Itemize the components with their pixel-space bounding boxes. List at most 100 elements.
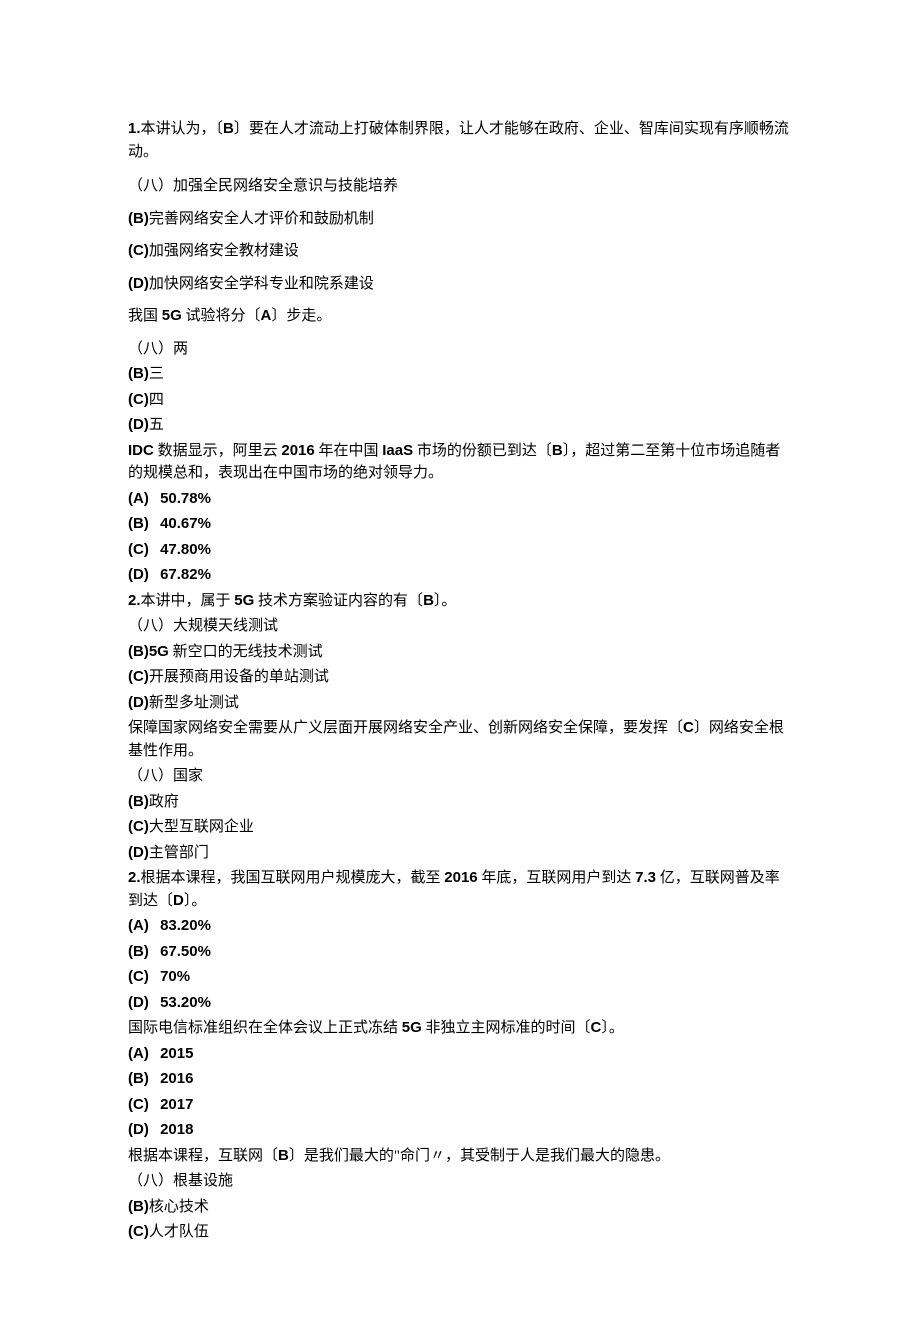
q3-option-a: (A) 50.78% — [128, 488, 792, 511]
q1-number: 1. — [128, 120, 141, 137]
q1-option-d: (D)加快网络安全学科专业和院系建设 — [128, 273, 792, 296]
q6-option-c: (C) 70% — [128, 966, 792, 989]
text: 非独立主网标准的时间〔 — [422, 1020, 591, 1036]
option-text: 40.67% — [160, 515, 211, 532]
text: 〕。 — [184, 893, 207, 909]
text: 根据本课程，我国互联网用户规模庞大，截至 — [141, 870, 445, 886]
text: 〕是我们最大的"命门〃，其受制于人是我们最大的隐患。 — [289, 1148, 670, 1164]
q8-option-a: （八）根基设施 — [128, 1170, 792, 1193]
option-label: (C) — [128, 1221, 149, 1244]
q2-option-d: (D)五 — [128, 414, 792, 437]
q3-option-b: (B) 40.67% — [128, 513, 792, 536]
option-text: 五 — [149, 417, 164, 433]
option-label: (B) — [128, 208, 149, 231]
text: 5G — [234, 592, 254, 609]
question-7-stem: 国际电信标准组织在全体会议上正式冻结 5G 非独立主网标准的时间〔C〕。 — [128, 1017, 792, 1040]
document-page: 1.本讲认为，〔B〕要在人才流动上打破体制界限，让人才能够在政府、企业、智库间实… — [0, 0, 920, 1327]
option-text: 70% — [160, 968, 190, 985]
option-text: 2015 — [160, 1045, 193, 1062]
option-text: 四 — [149, 392, 164, 408]
text: 〕步走。 — [271, 308, 331, 324]
option-text: 核心技术 — [149, 1199, 209, 1215]
option-text: 67.50% — [160, 943, 211, 960]
q7-option-b: (B) 2016 — [128, 1068, 792, 1091]
option-label: (A) — [128, 1043, 149, 1066]
question-6-stem: 2.根据本课程，我国互联网用户规模庞大，截至 2016 年底，互联网用户到达 7… — [128, 867, 792, 912]
option-text: 加强网络安全教材建设 — [149, 243, 299, 259]
option-label: （八） — [128, 1173, 173, 1189]
option-label: (A) — [128, 488, 149, 511]
option-label: (C) — [128, 240, 149, 263]
q8-answer: B — [278, 1147, 289, 1164]
text: 数据显示，阿里云 — [154, 443, 282, 459]
q5-option-d: (D)主管部门 — [128, 842, 792, 865]
question-2-stem: 我国 5G 试验将分〔A〕步走。 — [128, 305, 792, 328]
option-text: 开展预商用设备的单站测试 — [149, 669, 329, 685]
option-text: 新型多址测试 — [149, 695, 239, 711]
q7-option-d: (D) 2018 — [128, 1119, 792, 1142]
q4-option-c: (C)开展预商用设备的单站测试 — [128, 666, 792, 689]
option-text: 三 — [149, 366, 164, 382]
option-label: (D) — [128, 414, 149, 437]
option-label: （八） — [128, 768, 173, 784]
option-label: (C) — [128, 1094, 149, 1117]
option-label: (D) — [128, 564, 149, 587]
option-label: (B) — [128, 363, 149, 386]
q7-answer: C — [591, 1019, 602, 1036]
q4-option-a: （八）大规模天线测试 — [128, 615, 792, 638]
option-text: 加快网络安全学科专业和院系建设 — [149, 276, 374, 292]
option-text: 2018 — [160, 1121, 193, 1138]
option-text: 大规模天线测试 — [173, 618, 278, 634]
option-label: (B) — [128, 791, 149, 814]
text: 技术方案验证内容的有〔 — [254, 593, 423, 609]
q7-option-c: (C) 2017 — [128, 1094, 792, 1117]
question-4-stem: 2.本讲中，属于 5G 技术方案验证内容的有〔B〕。 — [128, 590, 792, 613]
option-label: (B)5G — [128, 641, 169, 664]
q1-option-a: （八）加强全民网络安全意识与技能培养 — [128, 175, 792, 198]
text: 〕。 — [434, 593, 457, 609]
option-text: 主管部门 — [149, 845, 209, 861]
question-8-stem: 根据本课程，互联网〔B〕是我们最大的"命门〃，其受制于人是我们最大的隐患。 — [128, 1145, 792, 1168]
option-text: 2017 — [160, 1096, 193, 1113]
option-label: (B) — [128, 1068, 149, 1091]
option-label: (C) — [128, 966, 149, 989]
q2-option-a: （八）两 — [128, 338, 792, 361]
q6-option-d: (D) 53.20% — [128, 992, 792, 1015]
q4-option-b: (B)5G 新空口的无线技术测试 — [128, 641, 792, 664]
question-5-stem: 保障国家网络安全需要从广义层面开展网络安全产业、创新网络安全保障，要发挥〔C〕网… — [128, 717, 792, 762]
text: 国际电信标准组织在全体会议上正式冻结 — [128, 1020, 402, 1036]
q3-option-c: (C) 47.80% — [128, 539, 792, 562]
q3-option-d: (D) 67.82% — [128, 564, 792, 587]
option-text: 完善网络安全人才评价和鼓励机制 — [149, 211, 374, 227]
q3-answer: B — [552, 442, 563, 459]
option-label: (C) — [128, 816, 149, 839]
text: 市场的份额已到达〔 — [413, 443, 552, 459]
option-label: (C) — [128, 539, 149, 562]
q4-option-d: (D)新型多址测试 — [128, 692, 792, 715]
q6-number: 2. — [128, 869, 141, 886]
option-text: 根基设施 — [173, 1173, 233, 1189]
text: 7.3 — [635, 869, 656, 886]
option-label: (B) — [128, 941, 149, 964]
text: IaaS — [382, 442, 413, 459]
q1-option-c: (C)加强网络安全教材建设 — [128, 240, 792, 263]
text: 试验将分〔 — [182, 308, 261, 324]
option-text: 政府 — [149, 794, 179, 810]
text: 根据本课程，互联网〔 — [128, 1148, 278, 1164]
option-text: 两 — [173, 341, 188, 357]
question-3-stem: IDC 数据显示，阿里云 2016 年在中国 IaaS 市场的份额已到达〔B〕，… — [128, 440, 792, 485]
q2-option-c: (C)四 — [128, 389, 792, 412]
q2-option-b: (B)三 — [128, 363, 792, 386]
option-text: 新空口的无线技术测试 — [169, 644, 323, 660]
q8-option-c: (C)人才队伍 — [128, 1221, 792, 1244]
q5-answer: C — [683, 719, 694, 736]
option-label: (B) — [128, 513, 149, 536]
option-label: (D) — [128, 692, 149, 715]
text: 本讲认为，〔 — [141, 121, 224, 137]
text: 5G — [162, 307, 182, 324]
option-text: 67.82% — [160, 566, 211, 583]
option-label: (A) — [128, 915, 149, 938]
q4-number: 2. — [128, 592, 141, 609]
text: 我国 — [128, 308, 162, 324]
option-text: 83.20% — [160, 917, 211, 934]
